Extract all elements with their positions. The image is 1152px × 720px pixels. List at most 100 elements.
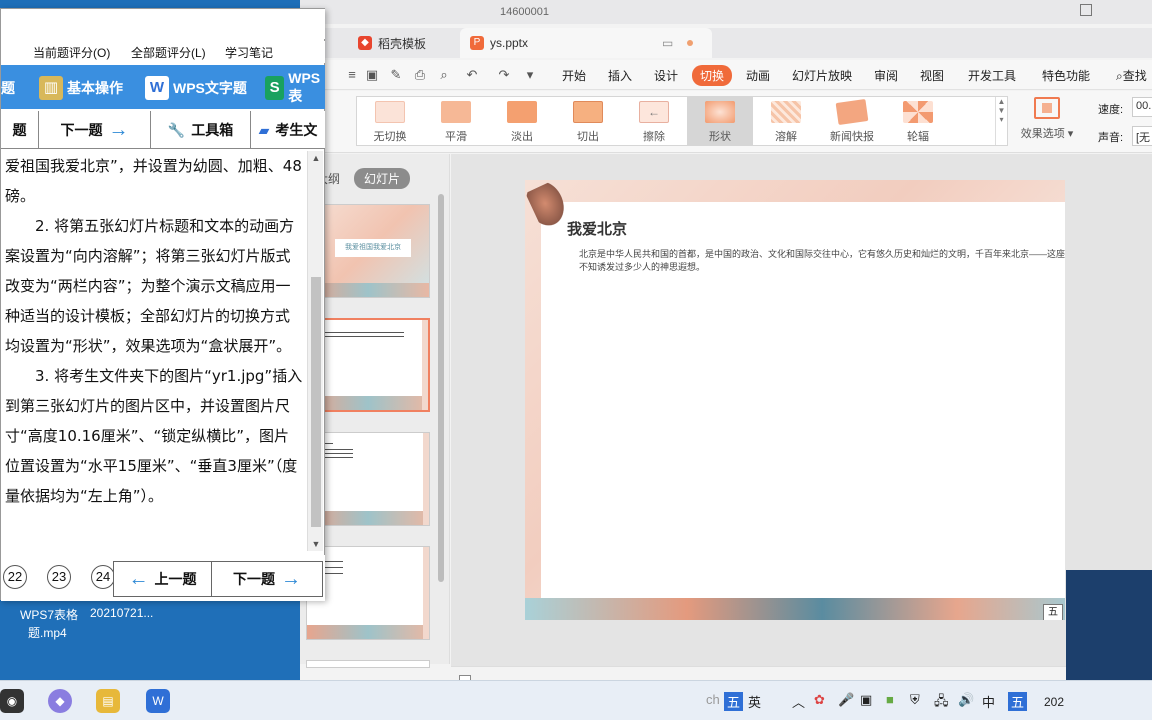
- slide-body-text[interactable]: 北京是中华人民共和国的首都，是中国的政治、文化和国际交往中心，它有悠久历史和灿烂…: [579, 248, 1065, 274]
- tool-basic-ops[interactable]: ▥ 基本操作: [39, 75, 123, 101]
- network-icon[interactable]: 🖧: [934, 692, 949, 714]
- wps-taskbar-icon[interactable]: W: [146, 689, 170, 713]
- transition-dissolve[interactable]: 溶解: [753, 97, 819, 145]
- scroll-up-icon[interactable]: ▲: [308, 153, 324, 163]
- preview-icon[interactable]: ⌕: [436, 67, 452, 83]
- volume-icon[interactable]: 🔊: [958, 692, 974, 708]
- menu-design[interactable]: 设计: [654, 67, 678, 84]
- transition-news-icon: [835, 99, 869, 125]
- transition-shape[interactable]: 形状: [687, 97, 753, 145]
- camera-app-icon[interactable]: ◉: [0, 689, 24, 713]
- tab-pptx[interactable]: P ys.pptx ▭: [460, 28, 712, 58]
- nvidia-icon[interactable]: ■: [886, 692, 894, 707]
- menu-review[interactable]: 审阅: [874, 67, 898, 84]
- transition-wipe[interactable]: ← 擦除: [621, 97, 687, 145]
- question-item-3: 3. 将考生文件夹下的图片“yr1.jpg”插入到第三张幻灯片的图片区中，并设置…: [5, 367, 303, 505]
- menu-study-notes[interactable]: 学习笔记: [225, 44, 273, 61]
- menu-transition[interactable]: 切换: [692, 65, 733, 86]
- assistant-icon[interactable]: ◆: [48, 689, 72, 713]
- transition-fade[interactable]: 淡出: [489, 97, 555, 145]
- transition-smooth[interactable]: 平滑: [423, 97, 489, 145]
- tool-wps-sheet[interactable]: S WPS表: [265, 70, 325, 104]
- menu-grade-all[interactable]: 全部题评分(L): [131, 44, 206, 61]
- security-icon[interactable]: ⛨: [910, 692, 920, 708]
- desktop-file-label[interactable]: 题.mp4: [28, 624, 67, 641]
- maximize-button[interactable]: [1080, 4, 1092, 16]
- question-number-24[interactable]: 24: [91, 565, 115, 589]
- question-text: 爱祖国我爱北京”，并设置为幼圆、加粗、48磅。 2. 将第五张幻灯片标题和文本的…: [1, 151, 307, 551]
- transition-none[interactable]: 无切换: [357, 97, 423, 145]
- redo-icon[interactable]: ↷: [496, 67, 512, 83]
- sound-select[interactable]: [无: [1132, 126, 1152, 146]
- menu-view[interactable]: 视图: [920, 67, 944, 84]
- tool-wps-writer[interactable]: W WPS文字题: [145, 75, 247, 101]
- question-scrollbar[interactable]: ▲ ▼: [307, 151, 323, 551]
- ime-english[interactable]: 英: [748, 692, 761, 711]
- dropdown-icon[interactable]: ▾: [522, 67, 538, 83]
- wps-window: 14600001 ◆ 稻壳模板 P ys.pptx ▭ + ≡ ▣ ✎ ⎙ ⌕ …: [300, 0, 1152, 687]
- microphone-icon[interactable]: 🎤: [838, 692, 854, 708]
- menu-animation[interactable]: 动画: [746, 67, 770, 84]
- prev-question-button[interactable]: 题: [1, 111, 39, 149]
- sound-label: 声音:: [1098, 132, 1124, 144]
- candidate-folder-button[interactable]: ▰ 考生文: [251, 111, 325, 149]
- question-number-22[interactable]: 22: [3, 565, 27, 589]
- footer-nav: ← 上一题 下一题 →: [113, 561, 323, 597]
- next-question-button[interactable]: 下一题 →: [39, 111, 151, 149]
- scroll-thumb[interactable]: [311, 277, 321, 527]
- transition-news-flash[interactable]: 新闻快报: [819, 97, 885, 145]
- menu-slideshow[interactable]: 幻灯片放映: [792, 67, 852, 84]
- folder-icon: ▥: [39, 76, 63, 100]
- slide-panel-scrollbar[interactable]: [438, 194, 444, 582]
- speed-input[interactable]: 00.: [1132, 97, 1152, 117]
- tray-app-icon[interactable]: ✿: [814, 692, 825, 708]
- arrow-right-icon: →: [108, 118, 129, 141]
- ime-wubi[interactable]: 五: [724, 692, 744, 711]
- transition-cut-icon: [573, 101, 603, 123]
- arrow-right-icon: →: [281, 567, 301, 590]
- question-number-23[interactable]: 23: [47, 565, 71, 589]
- transition-wipe-icon: ←: [639, 101, 669, 123]
- footer-prev-button[interactable]: ← 上一题: [114, 562, 212, 596]
- tab-docer[interactable]: ◆ 稻壳模板: [348, 28, 436, 58]
- menu-insert[interactable]: 插入: [608, 67, 632, 84]
- speed-label: 速度:: [1098, 104, 1124, 116]
- slide-thumbnail-5[interactable]: [306, 660, 430, 668]
- ime-chinese[interactable]: 中: [982, 692, 995, 711]
- tray-chat-icon[interactable]: ▣: [860, 692, 872, 708]
- gallery-scroll[interactable]: ▲ ▼ ▾: [995, 97, 1007, 145]
- screen-icon[interactable]: ▭: [662, 36, 673, 50]
- clock[interactable]: 202: [1044, 695, 1064, 709]
- desktop-background: [1066, 570, 1152, 680]
- effect-options-button[interactable]: 效果选项 ▾: [1016, 97, 1078, 141]
- search-button[interactable]: ⌕查找: [1116, 67, 1147, 84]
- slide-title[interactable]: 我爱北京: [567, 218, 627, 239]
- toolbox-button[interactable]: 🔧 工具箱: [151, 111, 251, 149]
- undo-icon[interactable]: ↶: [464, 67, 480, 83]
- scroll-down-icon[interactable]: ▼: [308, 539, 324, 549]
- desktop-file-label[interactable]: 20210721...: [90, 606, 153, 620]
- menu-start[interactable]: 开始: [562, 67, 586, 84]
- desktop-file-label[interactable]: WPS7表格: [20, 606, 78, 623]
- transition-shape-icon: [705, 101, 735, 123]
- file-explorer-icon[interactable]: ▤: [96, 689, 120, 713]
- menu-features[interactable]: 特色功能: [1042, 67, 1090, 84]
- print-icon[interactable]: ⎙: [412, 67, 428, 83]
- format-painter-icon[interactable]: ✎: [388, 67, 404, 83]
- tray-expand-icon[interactable]: ︿: [792, 692, 805, 711]
- current-slide[interactable]: 我爱北京 北京是中华人民共和国的首都，是中国的政治、文化和国际交往中心，它有悠久…: [525, 180, 1065, 620]
- tab-slides[interactable]: 幻灯片: [354, 168, 411, 189]
- transition-wheel[interactable]: 轮辐: [885, 97, 951, 145]
- menu-bar: ≡ ▣ ✎ ⎙ ⌕ ↶ ↷ ▾ 开始 插入 设计 切换 动画 幻灯片放映 审阅 …: [300, 60, 1152, 90]
- tool-questions[interactable]: 题: [1, 75, 15, 101]
- menu-chevron-icon[interactable]: ≡: [344, 67, 360, 83]
- footer-next-button[interactable]: 下一题 →: [212, 562, 322, 596]
- tray-ch-label: ch: [706, 692, 720, 707]
- transition-cut[interactable]: 切出: [555, 97, 621, 145]
- wps-writer-icon: W: [145, 76, 169, 100]
- save-icon[interactable]: ▣: [364, 67, 380, 83]
- menu-developer[interactable]: 开发工具: [968, 67, 1016, 84]
- menu-grade-current[interactable]: 当前题评分(O): [33, 44, 110, 61]
- ime-wubi-tray[interactable]: 五: [1008, 692, 1028, 711]
- tab-label: 稻壳模板: [378, 36, 427, 51]
